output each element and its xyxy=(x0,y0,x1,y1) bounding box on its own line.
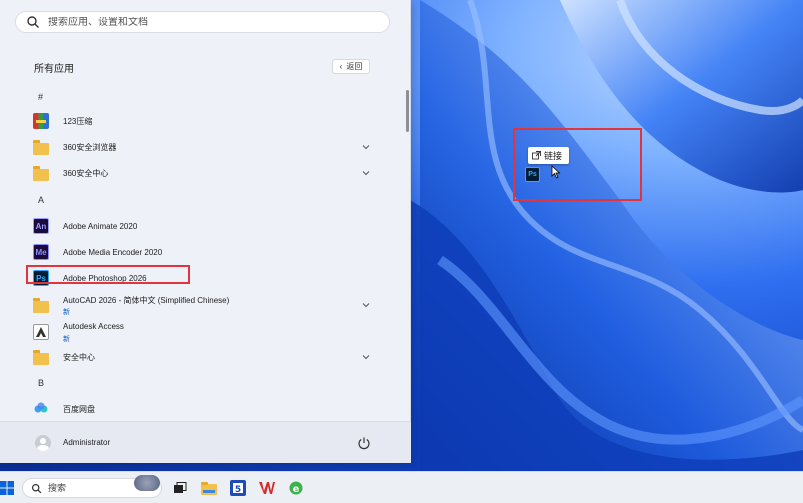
start-menu-footer: Administrator xyxy=(0,421,411,463)
start-menu: 所有应用 ‹ 返回 # 123压缩 360安全浏览器 360安全中心 A An … xyxy=(0,0,411,463)
folder-icon xyxy=(33,166,49,183)
dragged-photoshop-icon: Ps xyxy=(525,167,540,182)
chevron-down-icon[interactable] xyxy=(362,301,370,309)
app-list-scrollbar[interactable] xyxy=(406,90,409,132)
app-label: 360安全中心 xyxy=(63,168,109,178)
new-badge: 新 xyxy=(63,309,70,316)
user-name[interactable]: Administrator xyxy=(63,438,110,447)
app-label: 123压缩 xyxy=(63,116,93,126)
folder-icon xyxy=(33,140,49,157)
app-item-adobe-animate[interactable]: An Adobe Animate 2020 xyxy=(0,213,400,239)
windows-start-icon[interactable] xyxy=(0,481,14,495)
svg-text:e: e xyxy=(293,484,300,495)
app-label: 百度网盘 xyxy=(63,404,95,414)
archive-icon xyxy=(33,113,49,129)
taskbar: 5 e xyxy=(0,471,803,503)
animate-icon: An xyxy=(33,218,49,234)
power-icon[interactable] xyxy=(357,436,371,450)
section-header-b[interactable]: B xyxy=(0,370,400,396)
svg-text:5: 5 xyxy=(235,485,241,495)
autodesk-icon xyxy=(33,324,49,340)
mouse-cursor-icon xyxy=(551,165,561,179)
chevron-down-icon[interactable] xyxy=(362,143,370,151)
taskbar-search-input[interactable] xyxy=(48,483,128,493)
all-apps-title: 所有应用 xyxy=(34,64,74,75)
chevron-left-icon: ‹ xyxy=(339,62,343,71)
back-button[interactable]: ‹ 返回 xyxy=(332,59,370,74)
search-icon xyxy=(31,483,42,493)
app-item-security-center[interactable]: 安全中心 xyxy=(0,344,400,370)
section-header-a[interactable]: A xyxy=(0,187,400,213)
app-label: AutoCAD 2026 - 简体中文 (Simplified Chinese) xyxy=(63,296,230,305)
app-item-adobe-media-encoder[interactable]: Me Adobe Media Encoder 2020 xyxy=(0,239,400,265)
folder-icon xyxy=(33,298,49,315)
app-item-123-compress[interactable]: 123压缩 xyxy=(0,108,400,134)
section-header-hash[interactable]: # xyxy=(0,84,400,110)
back-button-label: 返回 xyxy=(346,62,363,71)
app-label: Adobe Animate 2020 xyxy=(63,221,138,231)
media-encoder-icon: Me xyxy=(33,244,49,260)
start-search-box[interactable] xyxy=(15,11,390,33)
photoshop-highlight-box xyxy=(26,265,190,284)
avatar[interactable] xyxy=(35,435,51,451)
drag-link-tooltip: 链接 xyxy=(528,147,569,164)
drag-highlight-box xyxy=(513,128,642,201)
folder-icon xyxy=(33,350,49,367)
search-highlight-widget-icon[interactable] xyxy=(134,475,160,491)
app-item-360-browser[interactable]: 360安全浏览器 xyxy=(0,134,400,160)
task-view-icon[interactable] xyxy=(172,480,188,496)
app-label: 安全中心 xyxy=(63,352,95,362)
new-badge: 新 xyxy=(63,336,70,343)
chevron-down-icon[interactable] xyxy=(362,353,370,361)
section-letter: # xyxy=(38,92,44,102)
drag-tooltip-label: 链接 xyxy=(544,151,563,161)
section-letter: B xyxy=(38,378,45,388)
chevron-down-icon[interactable] xyxy=(362,169,370,177)
app-item-autocad[interactable]: AutoCAD 2026 - 简体中文 (Simplified Chinese)… xyxy=(0,291,400,319)
ie-browser-icon[interactable]: e xyxy=(288,480,304,496)
file-explorer-icon[interactable] xyxy=(201,480,217,496)
app-5-icon[interactable]: 5 xyxy=(230,480,246,496)
wps-office-icon[interactable] xyxy=(259,480,275,496)
app-item-autodesk-access[interactable]: Autodesk Access 新 xyxy=(0,318,400,346)
app-label: Adobe Media Encoder 2020 xyxy=(63,247,163,257)
search-icon xyxy=(27,16,39,28)
app-item-360-security[interactable]: 360安全中心 xyxy=(0,160,400,186)
app-label: 360安全浏览器 xyxy=(63,142,117,152)
start-search-input[interactable] xyxy=(48,16,368,28)
app-item-baidu-netdisk[interactable]: 百度网盘 xyxy=(0,396,400,422)
link-icon xyxy=(532,151,541,160)
baidu-netdisk-icon xyxy=(33,401,49,417)
section-letter: A xyxy=(38,195,45,205)
app-label: Autodesk Access xyxy=(63,322,124,331)
